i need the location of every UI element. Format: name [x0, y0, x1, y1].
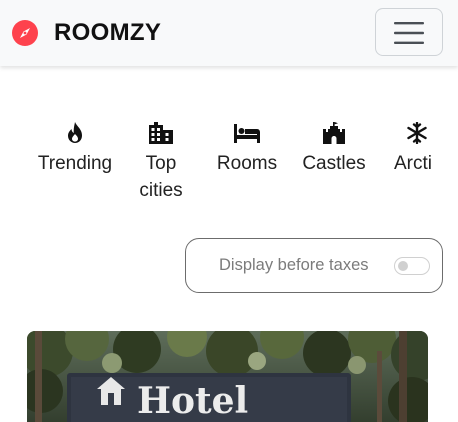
bed-icon [214, 122, 280, 146]
tax-toggle-box: Display before taxes [185, 238, 443, 293]
filter-label: Castles [302, 153, 366, 174]
filter-trending[interactable]: Trending [36, 122, 114, 177]
brand-link[interactable]: ROOMZY [12, 18, 161, 48]
filter-label: Trending [37, 153, 113, 174]
filter-rooms[interactable]: Rooms [214, 122, 280, 177]
filter-label: Arcti [394, 153, 432, 174]
brand-name: ROOMZY [54, 19, 162, 46]
filter-top-cities[interactable]: Top cities [136, 122, 186, 204]
fire-icon [36, 122, 114, 146]
page: ROOMZY Trending Top cities Rooms Castles… [0, 0, 458, 422]
snowflake-icon [394, 122, 442, 146]
filter-label: Rooms [216, 153, 278, 174]
listing-sign-text: Hotel [137, 380, 248, 422]
navbar: ROOMZY [0, 0, 458, 66]
filter-arctic[interactable]: Arcti [394, 122, 458, 177]
listing-image[interactable]: Hotel [27, 331, 428, 422]
compass-icon [12, 20, 38, 46]
tax-toggle-label: Display before taxes [219, 256, 369, 274]
switch-knob [398, 261, 408, 271]
filter-label: Top cities [139, 153, 183, 201]
tax-toggle-switch[interactable] [394, 257, 430, 275]
castle-icon [301, 122, 367, 146]
menu-toggle-button[interactable] [375, 8, 443, 56]
city-icon [136, 122, 186, 146]
filter-castles[interactable]: Castles [301, 122, 367, 177]
